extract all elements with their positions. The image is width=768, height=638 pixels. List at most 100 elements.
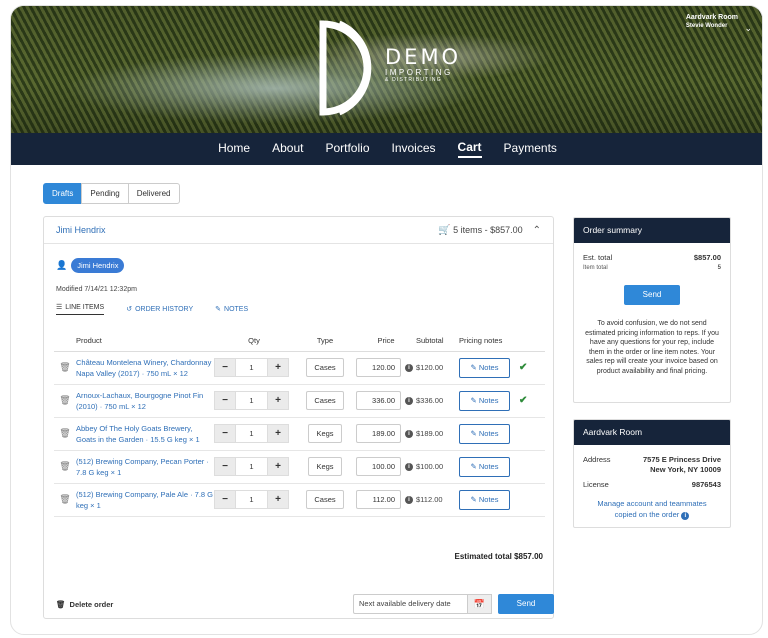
trash-icon[interactable]: 🗑 bbox=[54, 483, 76, 517]
decrement-button[interactable]: − bbox=[214, 358, 236, 377]
license-label: License bbox=[583, 480, 609, 489]
manage-account-link[interactable]: Manage account and teammates copied on t… bbox=[574, 498, 730, 520]
est-total-value: $857.00 bbox=[693, 253, 721, 262]
tab-order-history[interactable]: ↺ ORDER HISTORY bbox=[126, 303, 193, 315]
increment-button[interactable]: + bbox=[267, 424, 289, 443]
unit-type-select[interactable]: Cases bbox=[306, 490, 344, 509]
decrement-button[interactable]: − bbox=[214, 490, 236, 509]
calendar-icon[interactable]: 📅 bbox=[468, 594, 492, 614]
col-product: Product bbox=[76, 331, 214, 352]
order-summary-panel: Order summary Est. total $857.00 Item to… bbox=[573, 217, 731, 403]
send-order-button[interactable]: Send bbox=[498, 594, 554, 614]
decrement-button[interactable]: − bbox=[214, 457, 236, 476]
quantity-input[interactable]: 1 bbox=[236, 457, 267, 476]
tab-line-items[interactable]: ☰ LINE ITEMS bbox=[56, 303, 105, 315]
tab-drafts[interactable]: Drafts bbox=[43, 183, 83, 204]
info-icon[interactable]: i bbox=[405, 430, 413, 439]
quantity-stepper: − 1 + bbox=[214, 457, 294, 476]
unit-type-select[interactable]: Kegs bbox=[308, 457, 342, 476]
quantity-input[interactable]: 1 bbox=[236, 358, 267, 377]
price-input[interactable]: 120.00 bbox=[356, 358, 401, 377]
account-panel-title: Aardvark Room bbox=[574, 420, 730, 445]
cart-summary: 5 items - $857.00 bbox=[453, 224, 523, 235]
decrement-button[interactable]: − bbox=[214, 424, 236, 443]
price-input[interactable]: 100.00 bbox=[356, 457, 401, 476]
unit-type-select[interactable]: Cases bbox=[306, 391, 344, 410]
person-icon: 👤 bbox=[56, 260, 68, 270]
nav-about[interactable]: About bbox=[272, 141, 303, 157]
trash-icon[interactable]: 🗑 bbox=[54, 450, 76, 484]
notes-button[interactable]: ✎ Notes bbox=[459, 489, 510, 510]
pencil-icon: ✎ bbox=[470, 362, 477, 372]
subtotal-value: $189.00 bbox=[416, 417, 459, 451]
line-items-table: Product Qty Type Price Subtotal Pricing … bbox=[54, 331, 545, 517]
address-label: Address bbox=[583, 455, 611, 464]
brand-line2: IMPORTING bbox=[385, 68, 453, 77]
notes-button[interactable]: ✎ Notes bbox=[459, 390, 510, 411]
tab-pending[interactable]: Pending bbox=[81, 183, 129, 204]
increment-button[interactable]: + bbox=[267, 391, 289, 410]
item-total-value: 5 bbox=[717, 265, 721, 271]
table-row: 🗑 Abbey Of The Holy Goats Brewery, Goats… bbox=[54, 417, 545, 451]
trash-icon[interactable]: 🗑 bbox=[54, 417, 76, 451]
nav-portfolio[interactable]: Portfolio bbox=[325, 141, 369, 157]
notes-button[interactable]: ✎ Notes bbox=[459, 456, 510, 477]
chevron-down-icon[interactable]: ⌄ bbox=[744, 23, 752, 34]
price-input[interactable]: 112.00 bbox=[356, 490, 401, 509]
trash-icon[interactable]: 🗑 bbox=[54, 384, 76, 418]
nav-invoices[interactable]: Invoices bbox=[392, 141, 436, 157]
decrement-button[interactable]: − bbox=[214, 391, 236, 410]
account-user: Stevie Wonder bbox=[685, 23, 728, 29]
order-card-header: Jimi Hendrix 🛒 5 items - $857.00 ⌃ bbox=[44, 217, 553, 244]
info-icon[interactable]: i bbox=[405, 397, 413, 406]
estimated-total: Estimated total $857.00 bbox=[454, 552, 543, 561]
info-icon[interactable]: i bbox=[405, 463, 413, 472]
customer-link[interactable]: Jimi Hendrix bbox=[56, 225, 106, 235]
quantity-input[interactable]: 1 bbox=[236, 424, 267, 443]
est-total-label: Est. total bbox=[583, 253, 613, 262]
brand-logo[interactable]: DEMO IMPORTING & DISTRIBUTING bbox=[319, 18, 479, 118]
unit-type-select[interactable]: Kegs bbox=[308, 424, 342, 443]
info-icon[interactable]: i bbox=[405, 364, 413, 373]
nav-payments[interactable]: Payments bbox=[504, 141, 557, 157]
account-name: Aardvark Room bbox=[685, 14, 738, 21]
price-input[interactable]: 189.00 bbox=[356, 424, 401, 443]
summary-send-button[interactable]: Send bbox=[624, 285, 680, 305]
unit-type-select[interactable]: Cases bbox=[306, 358, 344, 377]
pencil-icon: ✎ bbox=[470, 461, 477, 471]
address-line1: 7575 E Princess Drive bbox=[643, 455, 721, 464]
product-link[interactable]: Château Montelena Winery, Chardonnay Nap… bbox=[76, 357, 214, 379]
col-type: Type bbox=[294, 331, 356, 352]
tab-delivered[interactable]: Delivered bbox=[127, 183, 180, 204]
increment-button[interactable]: + bbox=[267, 457, 289, 476]
quantity-input[interactable]: 1 bbox=[236, 391, 267, 410]
subtotal-value: $112.00 bbox=[416, 483, 459, 517]
tab-notes[interactable]: ✎ NOTES bbox=[215, 303, 248, 315]
col-qty: Qty bbox=[214, 331, 294, 352]
price-input[interactable]: 336.00 bbox=[356, 391, 401, 410]
product-link[interactable]: (512) Brewing Company, Pale Ale · 7.8 G … bbox=[76, 489, 214, 511]
product-link[interactable]: Arnoux-Lachaux, Bourgogne Pinot Fin (201… bbox=[76, 390, 214, 412]
account-menu[interactable]: Aardvark Room Stevie Wonder ⌄ bbox=[685, 14, 752, 33]
delete-order-button[interactable]: 🗑 Delete order bbox=[56, 600, 113, 609]
chevron-up-icon[interactable]: ⌃ bbox=[533, 225, 541, 236]
product-link[interactable]: (512) Brewing Company, Pecan Porter · 7.… bbox=[76, 456, 214, 478]
assignee-chip[interactable]: Jimi Hendrix bbox=[71, 258, 125, 273]
trash-icon[interactable]: 🗑 bbox=[54, 351, 76, 385]
nav-cart[interactable]: Cart bbox=[457, 140, 482, 158]
delivery-date-picker: Next available delivery date 📅 bbox=[353, 594, 492, 614]
increment-button[interactable]: + bbox=[267, 490, 289, 509]
delivery-date-input[interactable]: Next available delivery date bbox=[353, 594, 468, 614]
info-icon[interactable]: i bbox=[405, 496, 413, 505]
product-link[interactable]: Abbey Of The Holy Goats Brewery, Goats i… bbox=[76, 423, 214, 445]
quantity-stepper: − 1 + bbox=[214, 358, 294, 377]
notes-button[interactable]: ✎ Notes bbox=[459, 423, 510, 444]
license-value: 9876543 bbox=[691, 480, 721, 489]
quantity-stepper: − 1 + bbox=[214, 391, 294, 410]
quantity-input[interactable]: 1 bbox=[236, 490, 267, 509]
increment-button[interactable]: + bbox=[267, 358, 289, 377]
notes-button[interactable]: ✎ Notes bbox=[459, 357, 510, 378]
account-panel: Aardvark Room Address 7575 E Princess Dr… bbox=[573, 419, 731, 528]
nav-home[interactable]: Home bbox=[218, 141, 250, 157]
check-icon: ✔ bbox=[519, 395, 528, 406]
